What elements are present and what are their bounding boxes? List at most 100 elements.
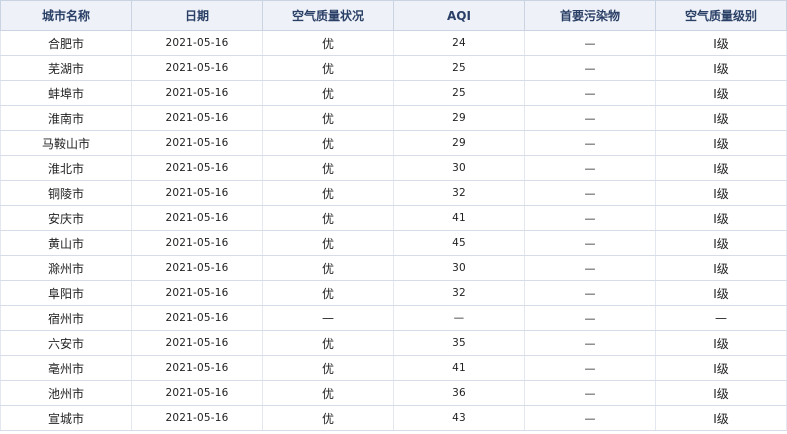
air-quality-status-cell: 优 (262, 330, 394, 356)
table-row: 宿州市 2021-05-16 — — — — (0, 305, 787, 331)
primary-pollutant-cell: — (524, 255, 656, 281)
date-cell: 2021-05-16 (131, 130, 263, 156)
column-header-aqi[interactable]: AQI (393, 0, 525, 31)
date-cell: 2021-05-16 (131, 280, 263, 306)
city-name-cell: 安庆市 (0, 205, 132, 231)
date-cell: 2021-05-16 (131, 380, 263, 406)
city-name-cell: 六安市 (0, 330, 132, 356)
primary-pollutant-cell: — (524, 355, 656, 381)
table-row: 芜湖市 2021-05-16 优 25 — Ⅰ级 (0, 55, 787, 81)
table-row: 铜陵市 2021-05-16 优 32 — Ⅰ级 (0, 180, 787, 206)
air-quality-level-cell: Ⅰ级 (655, 205, 787, 231)
date-cell: 2021-05-16 (131, 105, 263, 131)
table-row: 淮北市 2021-05-16 优 30 — Ⅰ级 (0, 155, 787, 181)
city-name-cell: 宿州市 (0, 305, 132, 331)
air-quality-level-cell: Ⅰ级 (655, 155, 787, 181)
city-name-cell: 宣城市 (0, 405, 132, 431)
aqi-cell: 29 (393, 105, 525, 131)
table-body: 合肥市 2021-05-16 优 24 — Ⅰ级 芜湖市 2021-05-16 … (0, 30, 787, 431)
city-name-cell: 淮南市 (0, 105, 132, 131)
aqi-cell: 29 (393, 130, 525, 156)
air-quality-status-cell: 优 (262, 130, 394, 156)
aqi-cell: 36 (393, 380, 525, 406)
column-header-city[interactable]: 城市名称 (0, 0, 132, 31)
primary-pollutant-cell: — (524, 155, 656, 181)
aqi-cell: 35 (393, 330, 525, 356)
column-header-pollutant[interactable]: 首要污染物 (524, 0, 656, 31)
aqi-cell: 43 (393, 405, 525, 431)
date-cell: 2021-05-16 (131, 255, 263, 281)
air-quality-status-cell: 优 (262, 405, 394, 431)
city-name-cell: 黄山市 (0, 230, 132, 256)
air-quality-status-cell: 优 (262, 380, 394, 406)
primary-pollutant-cell: — (524, 80, 656, 106)
aqi-cell: 30 (393, 255, 525, 281)
air-quality-level-cell: Ⅰ级 (655, 330, 787, 356)
air-quality-status-cell: 优 (262, 355, 394, 381)
date-cell: 2021-05-16 (131, 405, 263, 431)
table-row: 阜阳市 2021-05-16 优 32 — Ⅰ级 (0, 280, 787, 306)
date-cell: 2021-05-16 (131, 30, 263, 56)
column-header-date[interactable]: 日期 (131, 0, 263, 31)
city-name-cell: 马鞍山市 (0, 130, 132, 156)
primary-pollutant-cell: — (524, 180, 656, 206)
city-name-cell: 池州市 (0, 380, 132, 406)
date-cell: 2021-05-16 (131, 230, 263, 256)
city-name-cell: 淮北市 (0, 155, 132, 181)
header-row: 城市名称 日期 空气质量状况 AQI 首要污染物 空气质量级别 (0, 0, 787, 31)
primary-pollutant-cell: — (524, 105, 656, 131)
aqi-cell: 25 (393, 55, 525, 81)
aqi-cell: 41 (393, 355, 525, 381)
aqi-cell: 30 (393, 155, 525, 181)
primary-pollutant-cell: — (524, 30, 656, 56)
air-quality-level-cell: Ⅰ级 (655, 30, 787, 56)
city-name-cell: 蚌埠市 (0, 80, 132, 106)
city-name-cell: 芜湖市 (0, 55, 132, 81)
air-quality-level-cell: Ⅰ级 (655, 380, 787, 406)
air-quality-status-cell: 优 (262, 80, 394, 106)
primary-pollutant-cell: — (524, 330, 656, 356)
aqi-cell: 41 (393, 205, 525, 231)
date-cell: 2021-05-16 (131, 80, 263, 106)
primary-pollutant-cell: — (524, 55, 656, 81)
air-quality-status-cell: 优 (262, 255, 394, 281)
air-quality-status-cell: — (262, 305, 394, 331)
air-quality-level-cell: Ⅰ级 (655, 80, 787, 106)
city-name-cell: 合肥市 (0, 30, 132, 56)
column-header-level[interactable]: 空气质量级别 (655, 0, 787, 31)
date-cell: 2021-05-16 (131, 205, 263, 231)
air-quality-level-cell: Ⅰ级 (655, 405, 787, 431)
table-row: 合肥市 2021-05-16 优 24 — Ⅰ级 (0, 30, 787, 56)
table-row: 安庆市 2021-05-16 优 41 — Ⅰ级 (0, 205, 787, 231)
air-quality-level-cell: Ⅰ级 (655, 230, 787, 256)
air-quality-status-cell: 优 (262, 205, 394, 231)
table-row: 马鞍山市 2021-05-16 优 29 — Ⅰ级 (0, 130, 787, 156)
air-quality-level-cell: Ⅰ级 (655, 280, 787, 306)
aqi-cell: 24 (393, 30, 525, 56)
air-quality-status-cell: 优 (262, 180, 394, 206)
table-header: 城市名称 日期 空气质量状况 AQI 首要污染物 空气质量级别 (0, 0, 787, 31)
air-quality-table: 城市名称 日期 空气质量状况 AQI 首要污染物 空气质量级别 合肥市 2021… (0, 0, 787, 431)
aqi-cell: 45 (393, 230, 525, 256)
city-name-cell: 滁州市 (0, 255, 132, 281)
air-quality-level-cell: Ⅰ级 (655, 255, 787, 281)
air-quality-level-cell: Ⅰ级 (655, 130, 787, 156)
air-quality-status-cell: 优 (262, 230, 394, 256)
air-quality-status-cell: 优 (262, 155, 394, 181)
table-row: 黄山市 2021-05-16 优 45 — Ⅰ级 (0, 230, 787, 256)
primary-pollutant-cell: — (524, 130, 656, 156)
column-header-status[interactable]: 空气质量状况 (262, 0, 394, 31)
air-quality-status-cell: 优 (262, 30, 394, 56)
table-row: 池州市 2021-05-16 优 36 — Ⅰ级 (0, 380, 787, 406)
aqi-cell: 32 (393, 280, 525, 306)
date-cell: 2021-05-16 (131, 355, 263, 381)
table-row: 宣城市 2021-05-16 优 43 — Ⅰ级 (0, 405, 787, 431)
air-quality-level-cell: Ⅰ级 (655, 355, 787, 381)
table-row: 淮南市 2021-05-16 优 29 — Ⅰ级 (0, 105, 787, 131)
date-cell: 2021-05-16 (131, 155, 263, 181)
date-cell: 2021-05-16 (131, 330, 263, 356)
aqi-cell: 25 (393, 80, 525, 106)
air-quality-level-cell: Ⅰ级 (655, 105, 787, 131)
air-quality-status-cell: 优 (262, 55, 394, 81)
date-cell: 2021-05-16 (131, 180, 263, 206)
